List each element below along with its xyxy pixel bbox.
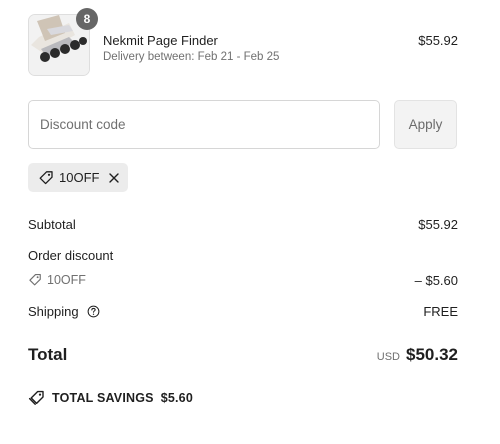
order-discount-label: Order discount xyxy=(28,248,114,263)
quantity-badge: 8 xyxy=(76,8,98,30)
total-savings: TOTAL SAVINGS $5.60 xyxy=(28,390,193,406)
shipping-row: Shipping FREE xyxy=(28,304,458,319)
total-label: Total xyxy=(28,345,68,364)
savings-amount: $5.60 xyxy=(160,391,193,405)
question-circle-icon[interactable] xyxy=(87,305,100,318)
savings-label: TOTAL SAVINGS xyxy=(52,391,154,405)
discount-code-name: 10OFF xyxy=(47,273,86,287)
close-icon[interactable] xyxy=(107,171,121,185)
discount-amount: – $5.60 xyxy=(414,273,458,288)
tag-icon xyxy=(39,170,53,184)
product-name: Nekmit Page Finder xyxy=(103,33,218,48)
shipping-label: Shipping xyxy=(28,304,79,319)
subtotal-value: $55.92 xyxy=(418,217,458,232)
currency-code: USD xyxy=(376,351,400,363)
applied-code-label: 10OFF xyxy=(59,170,100,185)
applied-discount-chip: 10OFF xyxy=(28,163,128,192)
tag-icon xyxy=(29,274,41,286)
subtotal-label: Subtotal xyxy=(28,217,76,232)
total-amount-group: USD $50.32 xyxy=(377,345,458,365)
shipping-value: FREE xyxy=(423,304,458,319)
apply-button[interactable]: Apply xyxy=(394,100,457,149)
double-tag-icon xyxy=(28,390,44,405)
subtotal-row: Subtotal $55.92 xyxy=(28,217,458,232)
discount-code-row: 10OFF – $5.60 xyxy=(28,273,458,288)
discount-code-input[interactable] xyxy=(28,100,380,149)
order-discount-row: Order discount xyxy=(28,248,458,263)
product-price: $55.92 xyxy=(418,33,458,48)
delivery-window: Delivery between: Feb 21 - Feb 25 xyxy=(103,51,280,63)
line-item: 8 Nekmit Page Finder Delivery between: F… xyxy=(28,8,458,76)
total-amount: $50.32 xyxy=(406,345,458,364)
